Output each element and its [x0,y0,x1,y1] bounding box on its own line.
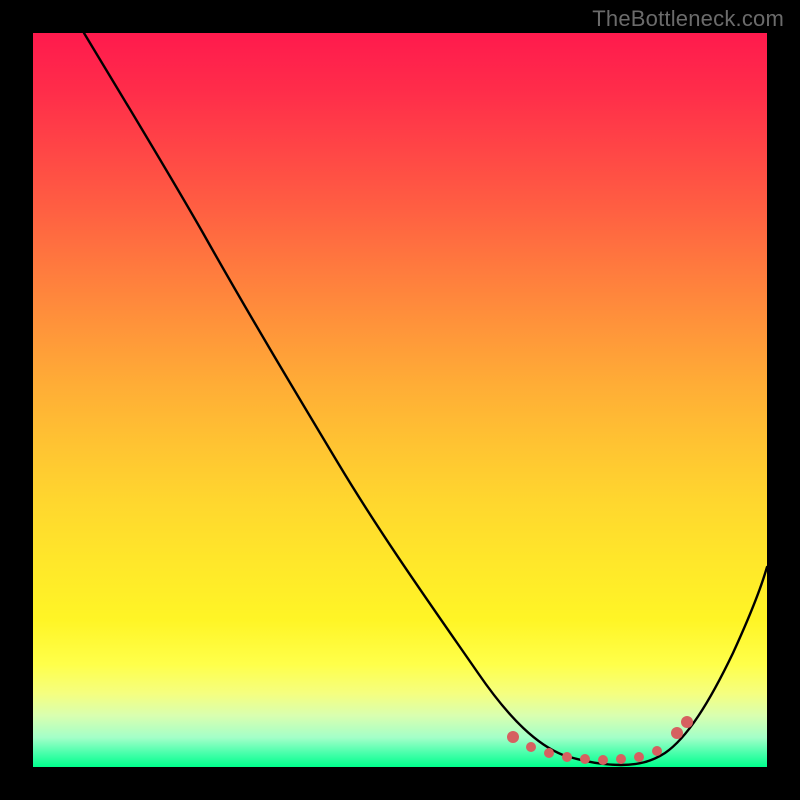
chart-frame: TheBottleneck.com [0,0,800,800]
curve-layer [33,33,767,767]
plot-area [33,33,767,767]
bottleneck-curve [84,33,767,765]
watermark-text: TheBottleneck.com [592,6,784,32]
dotted-floor [507,716,693,765]
